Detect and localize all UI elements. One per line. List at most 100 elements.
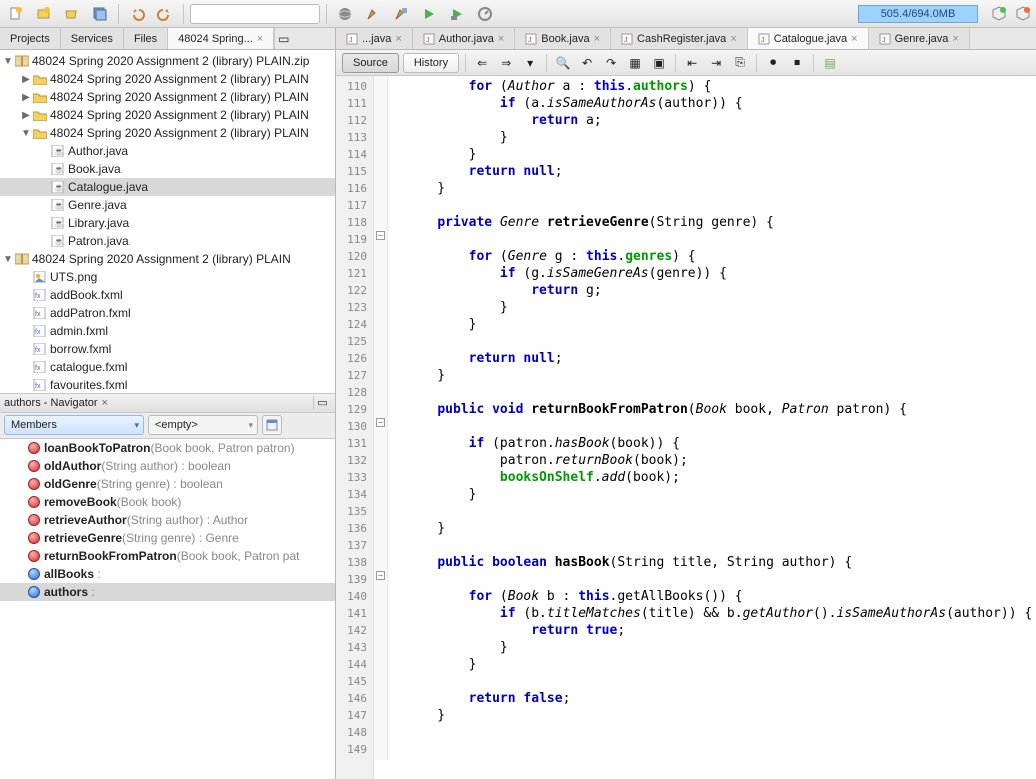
tree-row[interactable]: ▶48024 Spring 2020 Assignment 2 (library…: [0, 106, 335, 124]
java-file-icon: J: [423, 33, 435, 45]
nav-back-icon[interactable]: ⇐: [472, 53, 492, 73]
member-icon: [28, 514, 40, 526]
clean-build-icon[interactable]: [389, 3, 413, 25]
dropdown-icon[interactable]: ▾: [520, 53, 540, 73]
nav-fwd-icon[interactable]: ⇒: [496, 53, 516, 73]
history-button[interactable]: History: [403, 53, 459, 73]
update-cube-icon[interactable]: [1014, 5, 1032, 23]
panel-tab[interactable]: Files: [124, 28, 168, 49]
build-icon[interactable]: [361, 3, 385, 25]
navigator-item[interactable]: authors :: [0, 583, 335, 601]
editor-tab[interactable]: J...java ×: [336, 28, 413, 49]
editor-tab[interactable]: JGenre.java ×: [869, 28, 970, 49]
tree-row[interactable]: ▼48024 Spring 2020 Assignment 2 (library…: [0, 52, 335, 70]
tree-row[interactable]: fxfavourites.fxml: [0, 376, 335, 393]
editor-tab[interactable]: JCatalogue.java ×: [748, 28, 869, 49]
member-icon: [28, 532, 40, 544]
tree-row[interactable]: ☕Library.java: [0, 214, 335, 232]
save-all-icon[interactable]: [88, 3, 112, 25]
editor-tab[interactable]: JAuthor.java ×: [413, 28, 515, 49]
navigator-item[interactable]: retrieveAuthor(String author) : Author: [0, 511, 335, 529]
new-project-icon[interactable]: [32, 3, 56, 25]
fxml-icon: fx: [32, 288, 48, 302]
source-button[interactable]: Source: [342, 53, 399, 73]
debug-icon[interactable]: [445, 3, 469, 25]
editor-tab[interactable]: JBook.java ×: [515, 28, 611, 49]
navigator-item[interactable]: allBooks :: [0, 565, 335, 583]
navigator-item[interactable]: oldAuthor(String author) : boolean: [0, 457, 335, 475]
tree-row[interactable]: ▶48024 Spring 2020 Assignment 2 (library…: [0, 88, 335, 106]
svg-text:J: J: [528, 37, 532, 44]
close-icon[interactable]: ×: [730, 33, 736, 45]
prev-icon[interactable]: ↶: [577, 53, 597, 73]
close-icon[interactable]: ×: [594, 33, 600, 45]
close-icon[interactable]: ×: [395, 33, 401, 45]
undo-icon[interactable]: [125, 3, 149, 25]
tree-row[interactable]: fxcatalogue.fxml: [0, 358, 335, 376]
toggle-highlight-icon[interactable]: ▦: [625, 53, 645, 73]
project-tree[interactable]: ▼48024 Spring 2020 Assignment 2 (library…: [0, 50, 335, 393]
tree-row[interactable]: fxaddPatron.fxml: [0, 304, 335, 322]
navigator-list[interactable]: loanBookToPatron(Book book, Patron patro…: [0, 439, 335, 779]
navigator-item[interactable]: returnBookFromPatron(Book book, Patron p…: [0, 547, 335, 565]
navigator-item[interactable]: loanBookToPatron(Book book, Patron patro…: [0, 439, 335, 457]
tree-row[interactable]: fxaddBook.fxml: [0, 286, 335, 304]
stop-macro-icon[interactable]: ⏹: [787, 53, 807, 73]
panel-tab[interactable]: Projects: [0, 28, 61, 49]
navigator-item[interactable]: removeBook(Book book): [0, 493, 335, 511]
next-icon[interactable]: ↷: [601, 53, 621, 73]
new-file-icon[interactable]: [4, 3, 28, 25]
navigator-item[interactable]: retrieveGenre(String genre) : Genre: [0, 529, 335, 547]
minimize-icon[interactable]: ▭: [313, 396, 331, 409]
svg-text:☕: ☕: [54, 164, 64, 174]
tree-row[interactable]: ▶48024 Spring 2020 Assignment 2 (library…: [0, 70, 335, 88]
tree-row[interactable]: ☕Catalogue.java: [0, 178, 335, 196]
config-combo[interactable]: [190, 4, 320, 24]
tree-row[interactable]: ☕Book.java: [0, 160, 335, 178]
comment-icon[interactable]: ⎘: [730, 53, 750, 73]
shift-right-icon[interactable]: ⇥: [706, 53, 726, 73]
globe-icon[interactable]: [333, 3, 357, 25]
tree-row[interactable]: ☕Author.java: [0, 142, 335, 160]
member-icon: [28, 496, 40, 508]
tree-row[interactable]: ▼48024 Spring 2020 Assignment 2 (library…: [0, 124, 335, 142]
profile-icon[interactable]: [473, 3, 497, 25]
svg-text:J: J: [882, 37, 886, 44]
split-icon[interactable]: ▤: [820, 53, 840, 73]
fold-gutter[interactable]: −−−: [374, 76, 388, 760]
members-select[interactable]: Members: [4, 415, 144, 435]
memory-indicator[interactable]: 505.4/694.0MB: [858, 5, 978, 23]
find-sel-icon[interactable]: 🔍: [553, 53, 573, 73]
start-macro-icon[interactable]: ⏺: [763, 53, 783, 73]
close-icon[interactable]: ×: [102, 397, 108, 409]
shift-left-icon[interactable]: ⇤: [682, 53, 702, 73]
editor-tab[interactable]: JCashRegister.java ×: [611, 28, 748, 49]
tree-row[interactable]: ▼48024 Spring 2020 Assignment 2 (library…: [0, 250, 335, 268]
tree-row[interactable]: UTS.png: [0, 268, 335, 286]
line-gutter[interactable]: 1101111121131141151161171181191201211221…: [336, 76, 374, 779]
open-icon[interactable]: [60, 3, 84, 25]
svg-text:fx: fx: [35, 365, 41, 372]
code-editor[interactable]: for (Author a : this.authors) { if (a.is…: [388, 76, 1036, 779]
close-icon[interactable]: ×: [851, 33, 857, 45]
tree-row[interactable]: fxadmin.fxml: [0, 322, 335, 340]
plugin-cube-icon[interactable]: [990, 5, 1008, 23]
svg-text:fx: fx: [35, 329, 41, 336]
navigator-item[interactable]: oldGenre(String genre) : boolean: [0, 475, 335, 493]
run-icon[interactable]: [417, 3, 441, 25]
filter-select[interactable]: <empty>: [148, 415, 258, 435]
panel-tab[interactable]: Services: [61, 28, 124, 49]
panel-tab[interactable]: 48024 Spring...×: [168, 28, 274, 49]
member-icon: [28, 550, 40, 562]
tree-row[interactable]: ☕Genre.java: [0, 196, 335, 214]
close-icon[interactable]: ×: [952, 33, 958, 45]
close-icon[interactable]: ×: [498, 33, 504, 45]
toggle-bookmark-icon[interactable]: ▣: [649, 53, 669, 73]
svg-text:☕: ☕: [54, 218, 64, 228]
minimize-icon[interactable]: ▭: [274, 28, 292, 49]
nav-view-icon[interactable]: [262, 415, 282, 435]
tree-row[interactable]: fxborrow.fxml: [0, 340, 335, 358]
tree-row[interactable]: ☕Patron.java: [0, 232, 335, 250]
java-icon: ☕: [50, 216, 66, 230]
redo-icon[interactable]: [153, 3, 177, 25]
